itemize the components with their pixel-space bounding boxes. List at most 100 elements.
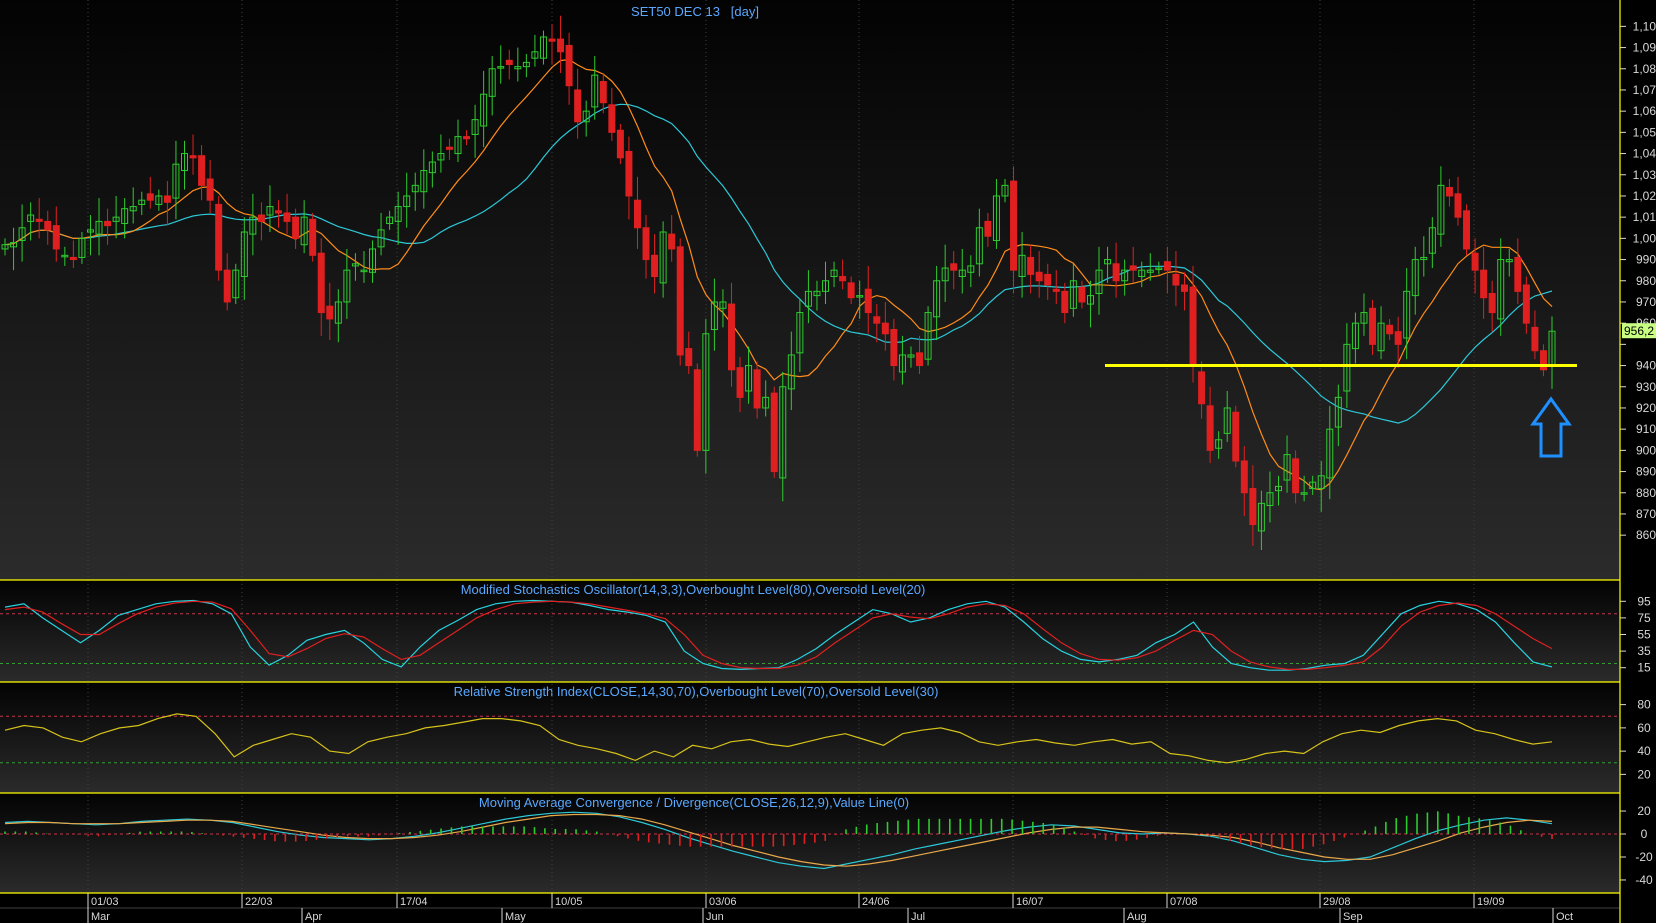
- price-axis-label: 930: [1636, 380, 1656, 394]
- month-axis-label: Jun: [706, 911, 724, 923]
- candle-body: [445, 146, 453, 150]
- candle-body: [463, 136, 471, 140]
- candle-body: [1394, 331, 1402, 345]
- candle-body: [215, 203, 223, 271]
- indicator-axis-label: 60: [1637, 721, 1651, 735]
- candle-body: [1078, 286, 1086, 303]
- candle-body: [1471, 252, 1479, 271]
- price-axis-label: 860: [1636, 528, 1656, 542]
- price-axis-label: 990: [1636, 253, 1656, 267]
- candle-body: [69, 256, 77, 261]
- price-axis-label: 1,02: [1633, 189, 1656, 203]
- candle-body: [52, 225, 60, 250]
- candle-body: [676, 246, 684, 356]
- candle-body: [1232, 411, 1240, 462]
- candle-body: [1480, 269, 1488, 299]
- candle-body: [557, 38, 565, 53]
- price-axis-label: 880: [1636, 486, 1656, 500]
- candle-body: [223, 269, 231, 303]
- price-axis-label: 1,00: [1633, 231, 1656, 245]
- candle-body: [633, 199, 641, 229]
- candle-body: [1044, 273, 1052, 286]
- price-axis-label: 1,10: [1633, 19, 1656, 33]
- candle-body: [44, 220, 52, 231]
- candle-body: [1112, 263, 1120, 282]
- price-axis-label: 1,01: [1633, 210, 1656, 224]
- candle-body: [599, 80, 607, 104]
- candle-body: [1386, 324, 1394, 335]
- candle-body: [1522, 284, 1530, 324]
- candle-body: [1488, 292, 1496, 314]
- candle-body: [283, 212, 291, 222]
- candle-body: [1180, 284, 1188, 292]
- candle-body: [950, 263, 958, 271]
- indicator-axis-label: -40: [1635, 873, 1653, 887]
- price-axis-label: 1,05: [1633, 125, 1656, 139]
- candle-body: [881, 322, 889, 335]
- candle-body: [35, 218, 43, 222]
- price-axis-label: 940: [1636, 359, 1656, 373]
- candle-body: [1292, 458, 1300, 494]
- candle-body: [1010, 180, 1018, 271]
- candle-body: [608, 104, 616, 133]
- candle-body: [104, 220, 112, 227]
- candle-body: [574, 89, 582, 123]
- candle-body: [565, 44, 573, 87]
- price-axis-label: 910: [1636, 422, 1656, 436]
- candle-body: [839, 276, 847, 282]
- candle-body: [616, 129, 624, 159]
- date-axis-label: 22/03: [245, 896, 273, 908]
- indicator-axis-label: 95: [1637, 594, 1651, 608]
- macd-title: Moving Average Convergence / Divergence(…: [479, 795, 909, 810]
- candle-body: [770, 392, 778, 473]
- candle-body: [916, 352, 924, 367]
- month-axis-label: May: [505, 911, 526, 923]
- price-axis-label: 1,09: [1633, 41, 1656, 55]
- rsi-title: Relative Strength Index(CLOSE,14,30,70),…: [454, 684, 939, 699]
- candle-body: [1163, 261, 1171, 271]
- indicator-axis-label: 80: [1637, 698, 1651, 712]
- candle-body: [1129, 265, 1137, 271]
- candle-body: [642, 227, 650, 261]
- candle-body: [309, 218, 317, 256]
- date-axis-label: 03/06: [709, 896, 737, 908]
- candle-body: [1249, 488, 1257, 526]
- indicator-axis-label: 20: [1637, 767, 1651, 781]
- date-axis-label: 10/05: [555, 896, 583, 908]
- date-axis-label: 29/08: [1323, 896, 1351, 908]
- candle-body: [163, 195, 171, 203]
- candle-body: [651, 254, 659, 278]
- price-axis-label: 870: [1636, 507, 1656, 521]
- candle-body: [1052, 288, 1060, 292]
- candle-body: [1454, 193, 1462, 218]
- date-axis-label: 16/07: [1016, 896, 1044, 908]
- candle-body: [890, 329, 898, 367]
- month-axis-label: Sep: [1343, 911, 1363, 923]
- candle-body: [1206, 405, 1214, 451]
- candle-body: [317, 252, 325, 314]
- candle-body: [668, 233, 676, 250]
- candle-body: [625, 150, 633, 197]
- price-axis-label: 1,06: [1633, 104, 1656, 118]
- candle-body: [753, 369, 761, 409]
- candle-body: [326, 305, 334, 320]
- candle-body: [206, 178, 214, 201]
- candle-body: [1463, 210, 1471, 250]
- candle-body: [257, 214, 265, 222]
- indicator-axis-label: 15: [1637, 661, 1651, 675]
- candle-body: [292, 216, 300, 239]
- date-axis-label: 24/06: [862, 896, 890, 908]
- price-axis-label: 1,04: [1633, 147, 1656, 161]
- candle-body: [198, 155, 206, 186]
- candle-body: [548, 38, 556, 42]
- candle-body: [1240, 460, 1248, 494]
- price-axis-label: 920: [1636, 401, 1656, 415]
- indicator-axis-label: 0: [1641, 827, 1648, 841]
- last-price-label: 956,2: [1624, 324, 1654, 338]
- price-axis-label: 1,08: [1633, 62, 1656, 76]
- indicator-axis-label: 35: [1637, 644, 1651, 658]
- candle-body: [1198, 371, 1206, 405]
- stochastic-title: Modified Stochastics Oscillator(14,3,3),…: [461, 582, 926, 597]
- price-axis-label: 970: [1636, 295, 1656, 309]
- price-chart-title: SET50 DEC 13 [day]: [631, 4, 759, 19]
